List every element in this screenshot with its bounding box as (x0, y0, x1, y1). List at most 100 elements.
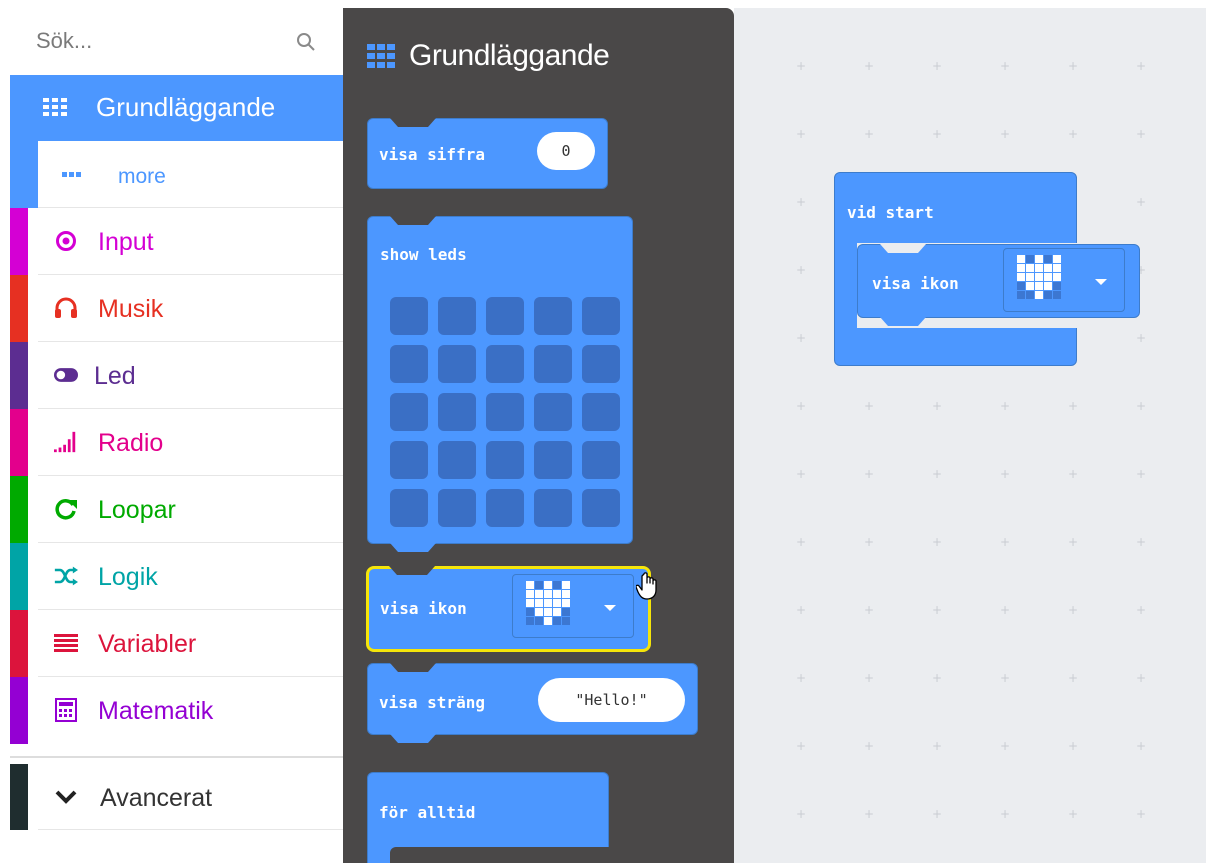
category-color-stripe (10, 208, 28, 275)
led-cell[interactable] (438, 441, 476, 479)
string-input[interactable]: "Hello!" (538, 678, 685, 722)
led-cell[interactable] (486, 345, 524, 383)
grid-icon (367, 41, 403, 71)
grid-cross-icon: + (1068, 467, 1079, 481)
led-cell[interactable] (438, 489, 476, 527)
led-cell[interactable] (582, 345, 620, 383)
toolbox-category-label: Loopar (98, 496, 176, 524)
grid-cross-icon: + (1000, 127, 1011, 141)
led-cell[interactable] (486, 297, 524, 335)
grid-cross-icon: + (864, 603, 875, 617)
block-notch (390, 118, 436, 127)
grid-cross-icon: + (1000, 535, 1011, 549)
more-dots-icon (60, 163, 84, 187)
led-cell[interactable] (534, 441, 572, 479)
block-show-number[interactable]: visa siffra 0 (367, 118, 608, 189)
grid-cross-icon: + (864, 467, 875, 481)
search-icon[interactable] (296, 32, 316, 52)
toolbox-category-avancerat[interactable]: Avancerat (10, 764, 343, 830)
led-matrix-editor[interactable] (390, 297, 620, 527)
dropdown-caret-icon (1095, 279, 1107, 285)
grid-cross-icon: + (1136, 467, 1147, 481)
block-label: visa sträng (379, 693, 485, 712)
block-tab (880, 317, 926, 326)
grid-cross-icon: + (932, 739, 943, 753)
led-cell[interactable] (534, 393, 572, 431)
led-cell[interactable] (438, 297, 476, 335)
led-cell[interactable] (438, 345, 476, 383)
grid-cross-icon: + (1136, 739, 1147, 753)
grid-cross-icon: + (932, 59, 943, 73)
number-input[interactable]: 0 (537, 132, 595, 170)
toolbox-category-led[interactable]: Led (10, 342, 343, 409)
grid-cross-icon: + (864, 399, 875, 413)
category-color-stripe (10, 476, 28, 543)
led-cell[interactable] (582, 297, 620, 335)
block-show-string[interactable]: visa sträng "Hello!" (367, 663, 698, 743)
grid-cross-icon: + (932, 535, 943, 549)
toolbox-category-logik[interactable]: Logik (10, 543, 343, 610)
led-cell[interactable] (582, 489, 620, 527)
led-cell[interactable] (486, 489, 524, 527)
grid-icon (43, 95, 67, 119)
led-cell[interactable] (582, 441, 620, 479)
category-color-stripe (10, 543, 28, 610)
category-color-stripe (10, 764, 28, 830)
grid-cross-icon: + (796, 603, 807, 617)
category-color-stripe (10, 141, 38, 208)
toolbox-category-musik[interactable]: Musik (10, 275, 343, 342)
number-value: 0 (561, 142, 571, 160)
led-cell[interactable] (534, 345, 572, 383)
radio-target-icon (54, 229, 78, 253)
led-cell[interactable] (534, 489, 572, 527)
led-cell[interactable] (486, 441, 524, 479)
toolbox-category-matematik[interactable]: Matematik (10, 677, 343, 744)
statement-slot (390, 847, 610, 863)
led-cell[interactable] (390, 297, 428, 335)
toolbox-category-input[interactable]: Input (10, 208, 343, 275)
led-cell[interactable] (390, 489, 428, 527)
icon-dropdown[interactable] (1003, 248, 1125, 312)
toolbox-category-variabler[interactable]: Variabler (10, 610, 343, 677)
calculator-icon (54, 698, 78, 722)
category-color-stripe (10, 677, 28, 744)
led-cell[interactable] (486, 393, 524, 431)
led-cell[interactable] (390, 393, 428, 431)
led-cell[interactable] (534, 297, 572, 335)
grid-cross-icon: + (1136, 331, 1147, 345)
toolbox-category-label: Avancerat (100, 784, 213, 812)
toolbox-category-grundlaggande[interactable]: Grundläggande (10, 75, 343, 141)
led-cell[interactable] (390, 345, 428, 383)
grid-cross-icon: + (796, 535, 807, 549)
block-tab (390, 734, 436, 743)
grid-cross-icon: + (864, 127, 875, 141)
led-cell[interactable] (582, 393, 620, 431)
search-input[interactable] (10, 8, 343, 74)
icon-dropdown[interactable] (512, 574, 634, 638)
hand-cursor-icon (636, 572, 657, 600)
flyout-title: Grundläggande (367, 38, 610, 74)
toolbox-category-loopar[interactable]: Loopar (10, 476, 343, 543)
block-show-leds[interactable]: show leds (367, 216, 633, 552)
toolbox-category-more[interactable]: more (10, 141, 343, 208)
block-show-icon[interactable]: visa ikon (366, 566, 651, 652)
led-cell[interactable] (390, 441, 428, 479)
led-cell[interactable] (438, 393, 476, 431)
toolbox-category-label: Variabler (98, 630, 197, 658)
grid-cross-icon: + (1000, 603, 1011, 617)
grid-cross-icon: + (796, 195, 807, 209)
block-label: show leds (380, 245, 467, 264)
grid-cross-icon: + (796, 739, 807, 753)
block-notch (880, 244, 926, 253)
grid-cross-icon: + (796, 263, 807, 277)
workspace-canvas[interactable]: + + + + + + + + + + + + + + + + + + + + + + + + + + + + + + + + + + + + + + + +… (734, 8, 1206, 863)
grid-cross-icon: + (932, 671, 943, 685)
grid-cross-icon: + (1136, 535, 1147, 549)
toolbox-category-radio[interactable]: Radio (10, 409, 343, 476)
block-show-icon-placed[interactable]: visa ikon (857, 244, 1140, 326)
grid-cross-icon: + (864, 739, 875, 753)
toolbox-category-label: Logik (98, 563, 158, 591)
grid-cross-icon: + (932, 127, 943, 141)
block-forever[interactable]: för alltid (367, 772, 610, 863)
heart-icon (526, 581, 570, 625)
